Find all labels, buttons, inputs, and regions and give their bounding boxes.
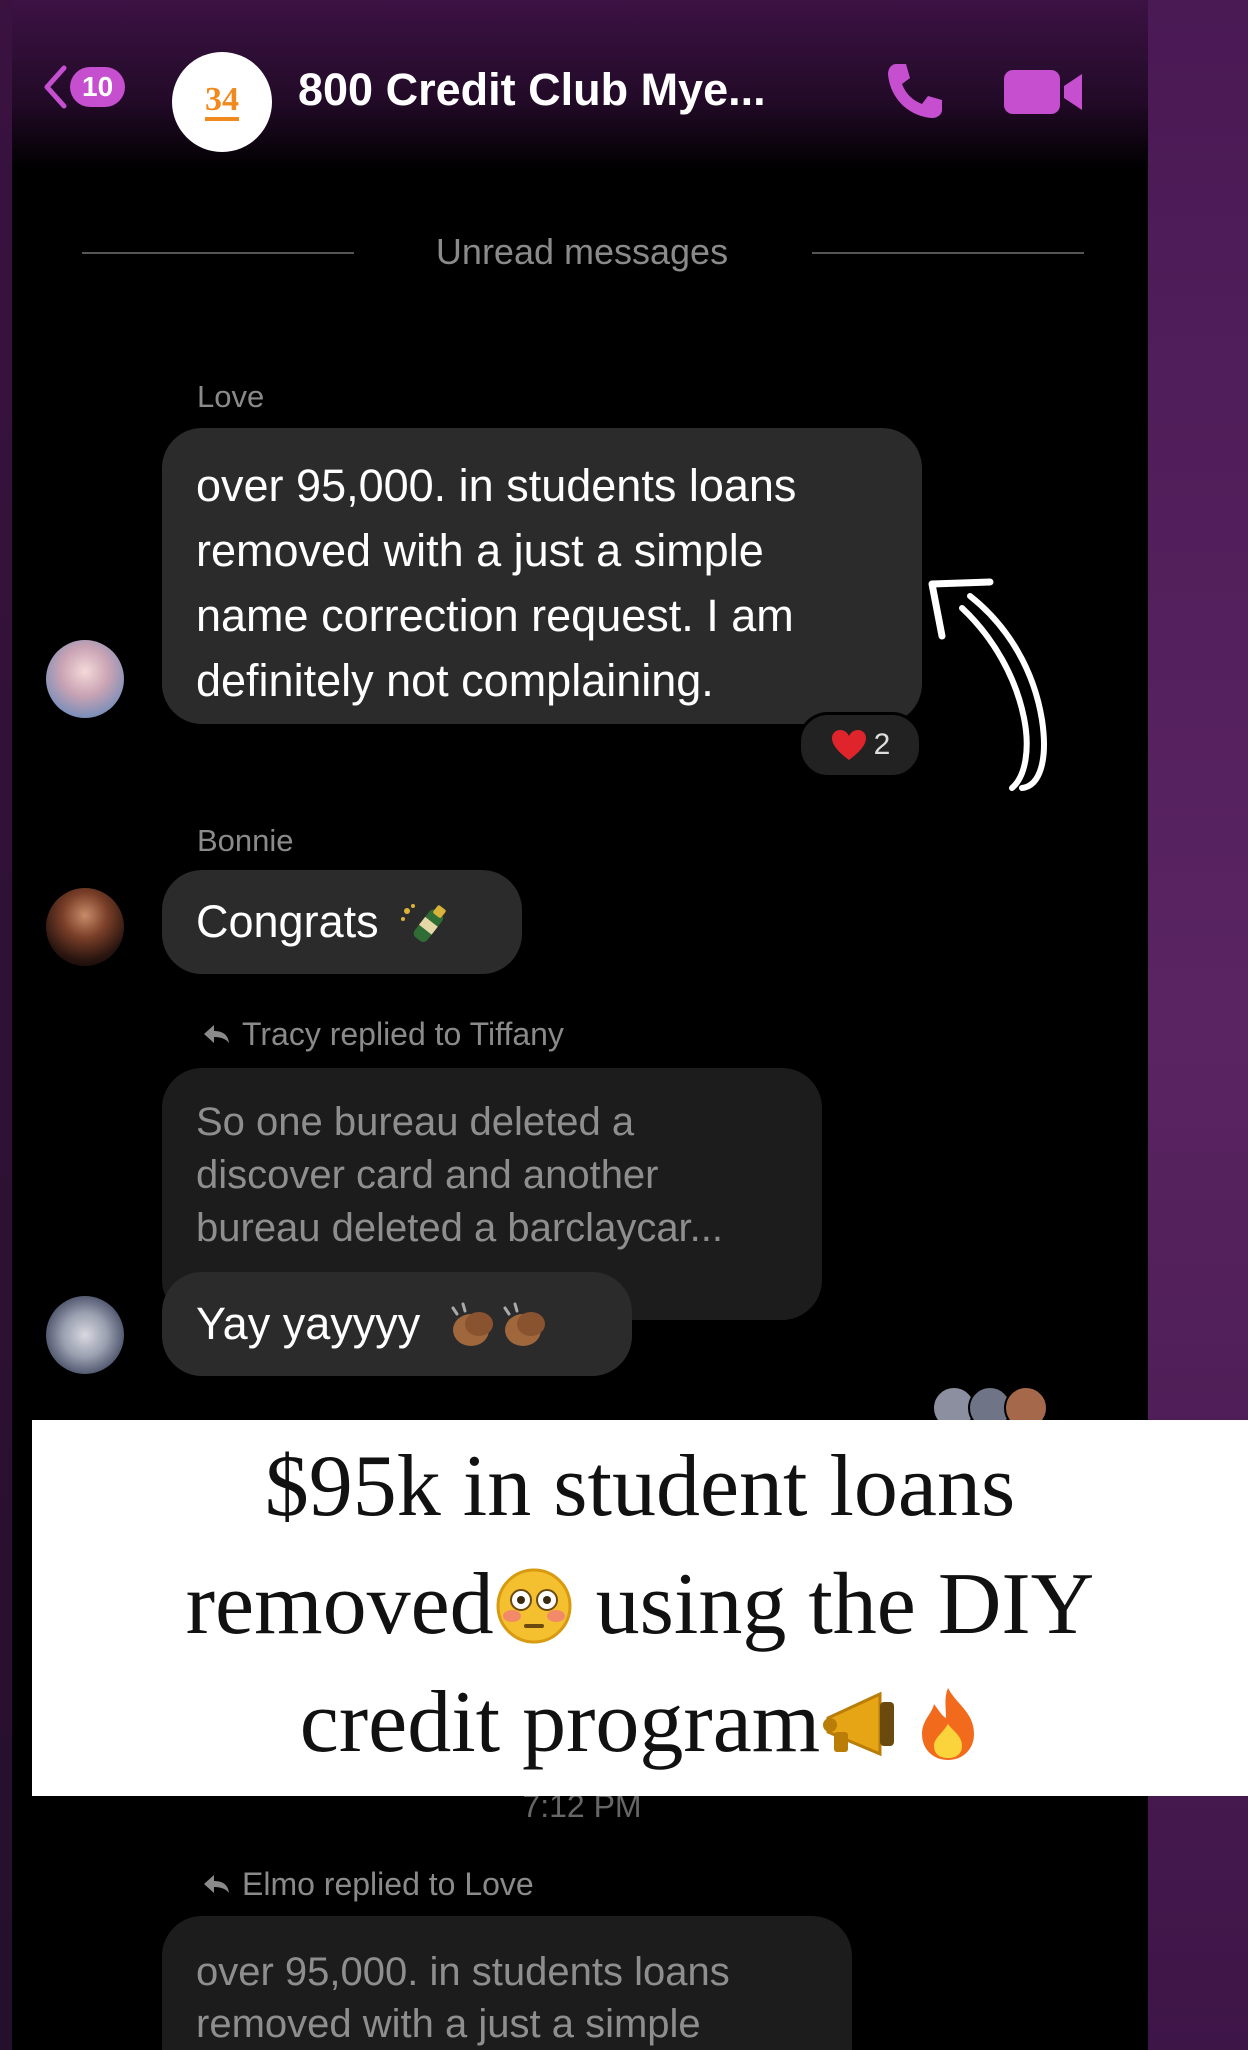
divider-line-right: [812, 252, 1084, 254]
sender-name: Love: [197, 379, 265, 414]
annotation-arrow-icon: [928, 578, 1047, 791]
clapping-hands-icon: [451, 1302, 545, 1347]
quoted-message[interactable]: over 95,000. in students loans removed w…: [162, 1916, 852, 2050]
reply-indicator: Tracy replied to Tiffany: [202, 1014, 564, 1054]
message-line: over 95,000. in students loans: [196, 460, 797, 511]
message-line: removed with a just a simple: [196, 525, 764, 576]
flushed-face-icon: [496, 1568, 572, 1644]
reply-label: Tracy replied to Tiffany: [242, 1016, 564, 1052]
caption-text: credit program: [299, 1674, 821, 1771]
quoted-line: So one bureau deleted a: [196, 1100, 635, 1144]
caption-line-3: credit program: [32, 1664, 1248, 1782]
quoted-line: removed with a just a simple: [196, 2002, 701, 2046]
reply-arrow-icon: [204, 1025, 229, 1043]
message-bubble[interactable]: Congrats: [162, 870, 522, 974]
group-avatar-label: 34: [205, 83, 239, 121]
reaction-count: 2: [873, 728, 891, 761]
message-bubble[interactable]: over 95,000. in students loans removed w…: [162, 428, 922, 724]
avatar[interactable]: [46, 888, 124, 966]
divider-line-left: [82, 252, 354, 254]
message-line: name correction request. I am: [196, 590, 794, 641]
reply-indicator: Elmo replied to Love: [202, 1864, 534, 1904]
chevron-left-icon: [44, 65, 67, 109]
quoted-line: over 95,000. in students loans: [196, 1950, 730, 1994]
reaction-badge[interactable]: 2: [798, 712, 922, 778]
avatar[interactable]: [46, 640, 124, 718]
caption-line-1: $95k in student loans: [264, 1438, 1016, 1535]
chat-title[interactable]: 800 Credit Club Mye...: [298, 62, 766, 118]
heart-icon: [831, 730, 866, 760]
champagne-icon: [401, 904, 446, 943]
caption-line-2: removed using the DIY: [32, 1546, 1248, 1664]
video-call-icon[interactable]: [1002, 66, 1084, 118]
message-text: Yay yayyyy: [196, 1298, 421, 1349]
quoted-line: bureau deleted a barclaycar...: [196, 1206, 724, 1250]
message-bubble[interactable]: Yay yayyyy: [162, 1272, 632, 1376]
unread-messages-divider: Unread messages: [435, 231, 729, 272]
fire-icon: [922, 1687, 975, 1760]
megaphone-icon: [823, 1691, 895, 1757]
unread-count-badge: 10: [70, 67, 126, 107]
caption-overlay: $95k in student loans removed using the …: [32, 1420, 1248, 1796]
avatar[interactable]: [46, 1296, 124, 1374]
phone-icon[interactable]: [882, 58, 948, 124]
caption-text: using the DIY: [573, 1556, 1095, 1653]
message-line: definitely not complaining.: [196, 655, 714, 706]
group-avatar[interactable]: 34: [172, 52, 272, 152]
reply-label: Elmo replied to Love: [242, 1866, 534, 1902]
caption-text: removed: [185, 1556, 494, 1653]
quoted-line: discover card and another: [196, 1153, 659, 1197]
back-button[interactable]: 10: [42, 62, 126, 112]
reply-arrow-icon: [204, 1875, 229, 1893]
sender-name: Bonnie: [197, 823, 294, 858]
chat-header: 10 34 800 Credit Club Mye...: [12, 0, 1148, 170]
background-edge-left: [0, 0, 12, 2050]
message-text: Congrats: [196, 896, 379, 947]
